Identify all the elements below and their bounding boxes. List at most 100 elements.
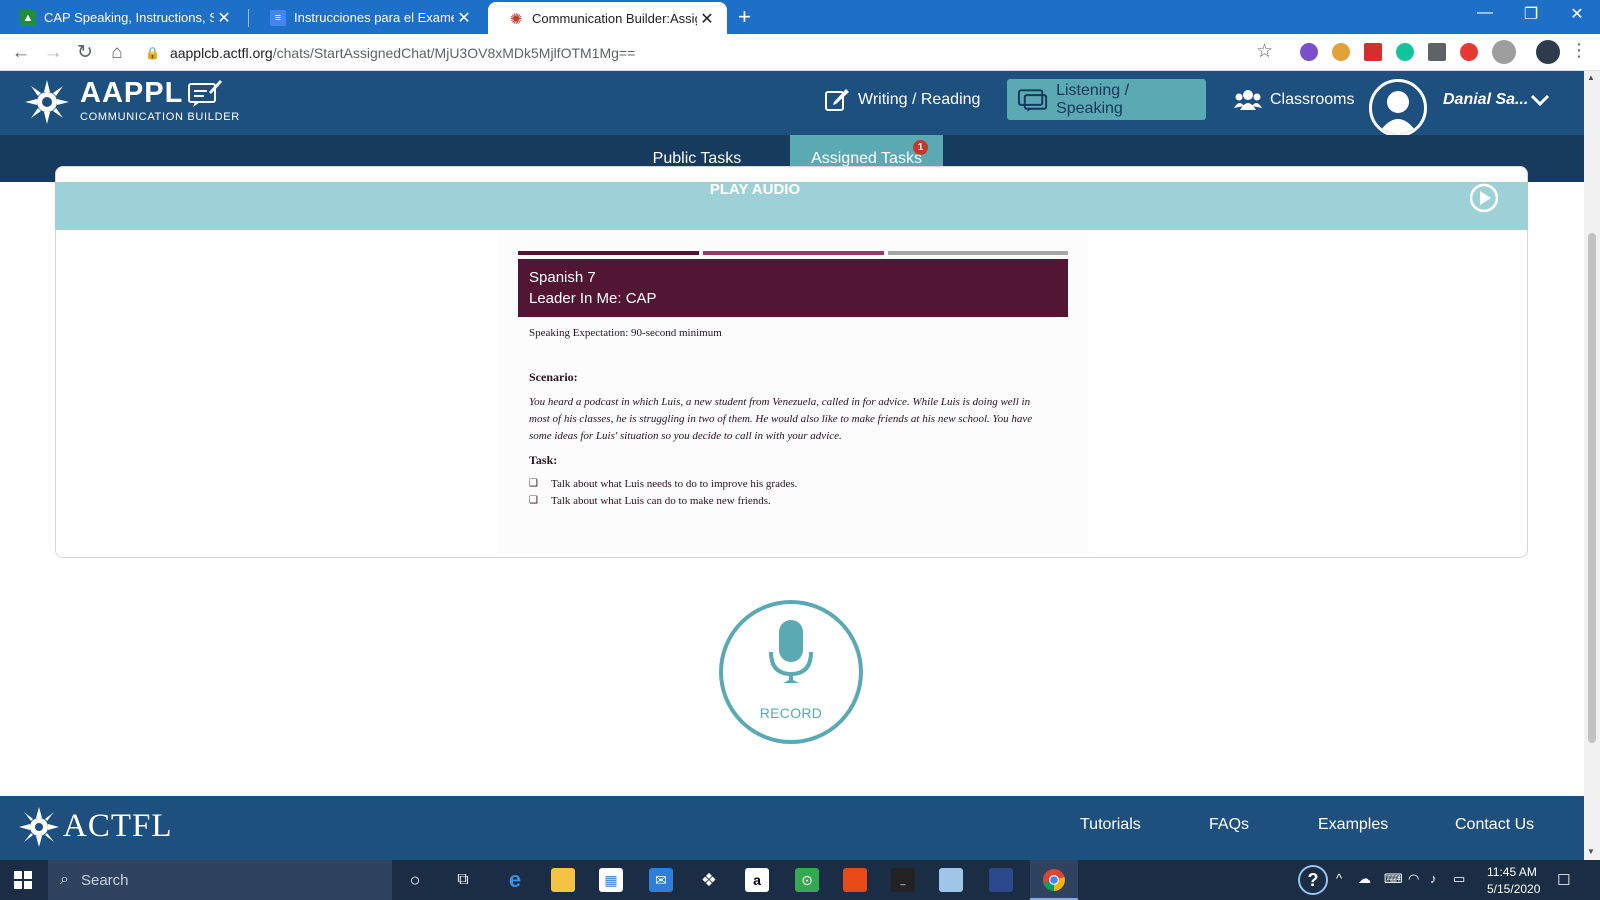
record-button[interactable]: RECORD xyxy=(719,600,863,744)
tab-cap-speaking[interactable]: ▲ CAP Speaking, Instructions, Span ✕ xyxy=(0,1,244,34)
actfl-logo-icon[interactable] xyxy=(18,806,60,848)
news-app-icon[interactable] xyxy=(989,868,1013,892)
doc-title-banner: Spanish 7 Leader In Me: CAP xyxy=(518,259,1068,317)
store-icon[interactable]: ▦ xyxy=(599,868,623,892)
windows-start-icon[interactable] xyxy=(14,871,32,889)
nav-writing-reading[interactable]: Writing / Reading xyxy=(814,79,990,120)
nav-classrooms[interactable]: Classrooms xyxy=(1224,79,1364,120)
chevron-down-icon[interactable] xyxy=(1530,93,1550,107)
close-tab-icon[interactable]: ✕ xyxy=(697,9,717,29)
input-method-icon[interactable]: ⌨ xyxy=(1384,871,1403,887)
scenario-heading: Scenario: xyxy=(529,370,578,384)
cortana-icon[interactable]: ○ xyxy=(403,868,427,892)
footer-link-faqs[interactable]: FAQs xyxy=(1209,816,1249,834)
tab-title: Communication Builder:Assigned xyxy=(532,11,697,26)
brand-subtitle: COMMUNICATION BUILDER xyxy=(80,111,240,123)
nav-label: Writing / Reading xyxy=(858,90,981,108)
footer-brand[interactable]: ACTFL xyxy=(63,808,173,845)
url-path: /chats/StartAssignedChat/MjU3OV8xMDk5Mjl… xyxy=(272,44,636,61)
footer-link-tutorials[interactable]: Tutorials xyxy=(1080,816,1141,834)
prompt-document: Spanish 7 Leader In Me: CAP Speaking Exp… xyxy=(498,231,1089,553)
play-circle-icon[interactable] xyxy=(1468,182,1500,214)
lock-icon: 🔒 xyxy=(145,45,160,60)
chrome-browser-icon[interactable] xyxy=(1042,868,1066,892)
subtab-label: Assigned Tasks xyxy=(811,149,922,167)
profile-avatar-icon[interactable] xyxy=(1492,40,1516,64)
minimize-window-button[interactable]: — xyxy=(1462,4,1508,22)
page-scrollbar[interactable]: ▲ ▼ xyxy=(1584,71,1600,860)
aappl-logo-icon[interactable] xyxy=(24,79,70,125)
back-arrow-icon[interactable]: ← xyxy=(8,40,34,66)
reload-icon[interactable]: ↻ xyxy=(72,40,98,66)
translate-extension-icon[interactable] xyxy=(1428,43,1446,61)
address-bar[interactable]: 🔒 aapplcb.actfl.org /chats/StartAssigned… xyxy=(145,38,1275,67)
record-label: RECORD xyxy=(759,705,823,721)
cookie-extension-icon[interactable] xyxy=(1332,43,1350,61)
taskbar-search-box[interactable]: ⌕ Search xyxy=(48,860,392,900)
scroll-down-arrow-icon[interactable]: ▼ xyxy=(1587,847,1595,856)
volume-icon[interactable]: ♪ xyxy=(1430,871,1437,886)
browser-menu-icon[interactable]: ⋮ xyxy=(1570,40,1588,61)
search-icon: ⌕ xyxy=(60,871,69,888)
notifications-icon[interactable]: ☐ xyxy=(1557,871,1570,889)
chat-pencil-icon xyxy=(188,80,222,107)
footer-link-examples[interactable]: Examples xyxy=(1318,816,1388,834)
task-heading: Task: xyxy=(529,453,558,467)
tab-communication-builder[interactable]: ✺ Communication Builder:Assigned ✕ xyxy=(488,2,727,35)
bookmark-star-icon[interactable]: ☆ xyxy=(1256,40,1273,63)
url-host: aapplcb.actfl.org xyxy=(169,44,273,61)
edge-browser-icon[interactable]: e xyxy=(503,867,527,892)
clock-date[interactable]: 5/15/2020 xyxy=(1487,882,1540,896)
nav-label: Classrooms xyxy=(1270,90,1355,108)
restore-window-button[interactable]: ❐ xyxy=(1508,4,1554,24)
office-icon[interactable] xyxy=(843,868,867,892)
terminal-icon[interactable]: _ xyxy=(891,868,915,892)
user-name[interactable]: Danial Sa... xyxy=(1443,91,1528,109)
site-header: AAPPL COMMUNICATION BUILDER Writing / Re… xyxy=(0,71,1584,137)
task-item: Talk about what Luis needs to do to impr… xyxy=(551,478,798,490)
course-name: Spanish 7 xyxy=(529,269,596,286)
docs-favicon-icon: ≡ xyxy=(270,9,286,26)
close-window-button[interactable]: ✕ xyxy=(1554,4,1600,24)
notes-app-icon[interactable] xyxy=(939,868,963,892)
close-tab-icon[interactable]: ✕ xyxy=(454,8,474,28)
footer-link-contact-us[interactable]: Contact Us xyxy=(1455,816,1534,834)
page-viewport: AAPPL COMMUNICATION BUILDER Writing / Re… xyxy=(0,71,1584,860)
windows-taskbar: ⌕ Search ○ ⧉ e ▦ ✉ ❖ a ⊙ _ ? ^ ☁ ⌨ ◠ ♪ ▭… xyxy=(0,860,1600,900)
nav-listening-speaking[interactable]: Listening / Speaking xyxy=(1007,79,1206,120)
task-view-icon[interactable]: ⧉ xyxy=(451,868,475,892)
clock-time[interactable]: 11:45 AM xyxy=(1487,865,1537,879)
file-explorer-icon[interactable] xyxy=(551,868,575,892)
doc-stripe xyxy=(888,251,1068,255)
brand-title: AAPPL xyxy=(80,77,184,109)
play-audio-bar[interactable]: PLAY AUDIO xyxy=(55,182,1528,230)
onedrive-icon[interactable]: ☁ xyxy=(1358,871,1371,887)
pdf-extension-icon[interactable] xyxy=(1364,43,1382,61)
account-avatar-icon[interactable] xyxy=(1536,40,1560,64)
wifi-icon[interactable]: ◠ xyxy=(1408,871,1419,887)
grammarly-extension-icon[interactable] xyxy=(1396,43,1414,61)
task-item: Talk about what Luis can do to make new … xyxy=(551,495,771,507)
video-extension-icon[interactable] xyxy=(1460,43,1478,61)
taskbar-search-placeholder: Search xyxy=(80,871,129,889)
microphone-icon xyxy=(769,620,813,683)
amazon-icon[interactable]: a xyxy=(745,868,769,892)
user-avatar[interactable] xyxy=(1369,79,1427,137)
extension-icon[interactable] xyxy=(1300,43,1318,61)
browser-tab-strip: ▲ CAP Speaking, Instructions, Span ✕ ≡ I… xyxy=(0,0,1600,35)
mail-icon[interactable]: ✉ xyxy=(649,868,673,892)
scrollbar-thumb[interactable] xyxy=(1588,233,1596,743)
forward-arrow-icon[interactable]: → xyxy=(40,40,66,66)
tray-expand-icon[interactable]: ^ xyxy=(1336,871,1342,886)
keyboard-icon[interactable]: ▭ xyxy=(1453,871,1465,887)
speaking-expectation: Speaking Expectation: 90-second minimum xyxy=(529,327,722,339)
scroll-up-arrow-icon[interactable]: ▲ xyxy=(1587,73,1595,82)
close-tab-icon[interactable]: ✕ xyxy=(214,8,234,28)
home-icon[interactable]: ⌂ xyxy=(104,40,130,66)
new-tab-button[interactable]: + xyxy=(738,4,751,30)
tripadvisor-icon[interactable]: ⊙ xyxy=(795,868,819,892)
help-icon[interactable]: ? xyxy=(1298,865,1328,895)
tab-instrucciones[interactable]: ≡ Instrucciones para el Examen: CA ✕ xyxy=(250,1,484,34)
dropbox-icon[interactable]: ❖ xyxy=(697,868,721,892)
aappl-favicon-icon: ✺ xyxy=(509,10,523,28)
